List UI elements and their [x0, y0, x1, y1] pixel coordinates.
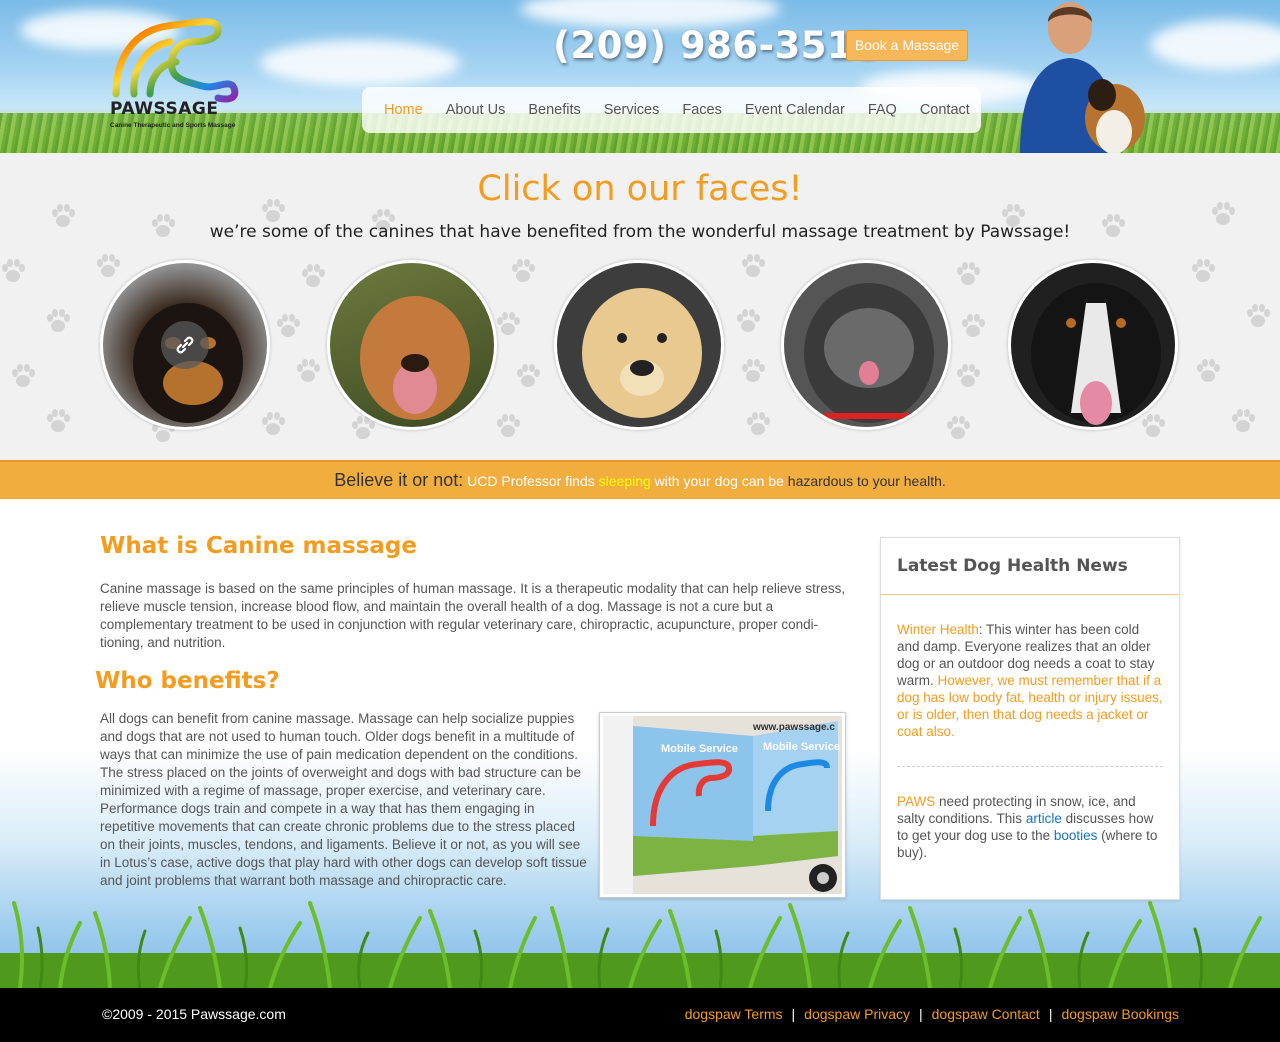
- trailer-label: Mobile Service: [661, 743, 738, 755]
- what-is-canine-massage-heading: What is Canine massage: [100, 533, 417, 559]
- dog-face-3[interactable]: [554, 260, 724, 430]
- footer-separator: |: [791, 1006, 796, 1022]
- dog-photo: [1031, 283, 1161, 425]
- news-item: Winter Health: This winter has been cold…: [881, 621, 1179, 740]
- banner-lead: Believe it or not:: [334, 470, 464, 490]
- therapist-with-dog-photo: [1020, 2, 1145, 153]
- footer-link-bookings[interactable]: dogspaw Bookings: [1061, 1006, 1179, 1022]
- mobile-service-trailer-photo[interactable]: Mobile Service Mobile Service www.pawssa…: [599, 712, 846, 898]
- banner-highlight: sleeping: [598, 473, 651, 489]
- nav-item-faces[interactable]: Faces: [682, 102, 722, 118]
- news-link-winter-health[interactable]: Winter Health: [897, 622, 979, 637]
- nav-item-home[interactable]: Home: [384, 102, 423, 118]
- main-nav: Home About Us Benefits Services Faces Ev…: [362, 87, 981, 133]
- banner-emphasis: hazardous: [787, 473, 854, 489]
- news-highlight: However, we must remember that if a dog …: [897, 673, 1163, 739]
- news-sidebar: Latest Dog Health News Winter Health: Th…: [880, 537, 1180, 900]
- news-link-booties[interactable]: booties: [1054, 828, 1098, 843]
- cloud: [1150, 20, 1280, 70]
- nav-item-benefits[interactable]: Benefits: [528, 102, 580, 118]
- grass-footer-decoration: [0, 901, 1280, 988]
- who-benefits-text: All dogs can benefit from canine massage…: [100, 711, 587, 888]
- nav-item-faq[interactable]: FAQ: [868, 102, 897, 118]
- nav-item-event-calendar[interactable]: Event Calendar: [745, 102, 845, 118]
- dog-photo: [360, 296, 470, 420]
- dog-face-2[interactable]: [327, 260, 497, 430]
- nav-item-about-us[interactable]: About Us: [446, 102, 506, 118]
- dog-photo: [582, 288, 702, 418]
- news-banner[interactable]: Believe it or not: UCD Professor finds s…: [0, 460, 1280, 499]
- trailer-label: Mobile Service: [763, 741, 840, 753]
- footer-link-terms[interactable]: dogspaw Terms: [685, 1006, 783, 1022]
- what-is-canine-massage-text: Canine massage is based on the same prin…: [100, 581, 846, 650]
- book-massage-button[interactable]: Book a Massage: [846, 30, 968, 61]
- footer-separator: |: [1048, 1006, 1053, 1022]
- phone-number[interactable]: (209) 986-3516: [553, 24, 880, 67]
- logo-wordmark: PAWSSAGE: [110, 99, 219, 119]
- footer-link-privacy[interactable]: dogspaw Privacy: [804, 1006, 910, 1022]
- copyright-text: ©2009 - 2015 Pawssage.com: [102, 1006, 286, 1022]
- sidebar-title: Latest Dog Health News: [881, 538, 1179, 595]
- news-link-paws[interactable]: PAWS: [897, 794, 935, 809]
- banner-text: with your dog can be: [650, 473, 788, 489]
- cloud: [260, 40, 460, 86]
- site-header: PAWSSAGE Canine Therapeutic and Sports M…: [0, 0, 1280, 153]
- dog-photo: [804, 283, 934, 423]
- link-icon[interactable]: [161, 321, 209, 369]
- footer-separator: |: [919, 1006, 923, 1022]
- footer-link-contact[interactable]: dogspaw Contact: [932, 1006, 1040, 1022]
- dog-face-5[interactable]: [1008, 260, 1178, 430]
- site-footer: ©2009 - 2015 Pawssage.com dogspaw Terms …: [0, 988, 1280, 1042]
- nav-item-contact[interactable]: Contact: [920, 102, 970, 118]
- faces-subheading: we’re some of the canines that have bene…: [209, 222, 1071, 242]
- faces-heading: Click on our faces!: [477, 169, 803, 209]
- logo-tagline: Canine Therapeutic and Sports Massage: [110, 122, 236, 129]
- news-link-article[interactable]: article: [1026, 811, 1062, 826]
- who-benefits-heading: Who benefits?: [95, 668, 280, 694]
- dog-face-4[interactable]: [781, 260, 951, 430]
- faces-section: Click on our faces! we’re some of the ca…: [0, 153, 1280, 460]
- banner-text: to your health.: [853, 473, 946, 489]
- footer-links: dogspaw Terms | dogspaw Privacy | dogspa…: [685, 1006, 1179, 1022]
- trailer-image: Mobile Service Mobile Service www.pawssa…: [603, 716, 842, 894]
- nav-item-services[interactable]: Services: [604, 102, 660, 118]
- dog-face-1[interactable]: [100, 260, 270, 430]
- trailer-url: www.pawssage.c: [752, 722, 835, 733]
- news-item: PAWS need protecting in snow, ice, and s…: [881, 793, 1179, 861]
- banner-text: UCD Professor finds: [463, 473, 599, 489]
- news-divider: [897, 766, 1163, 767]
